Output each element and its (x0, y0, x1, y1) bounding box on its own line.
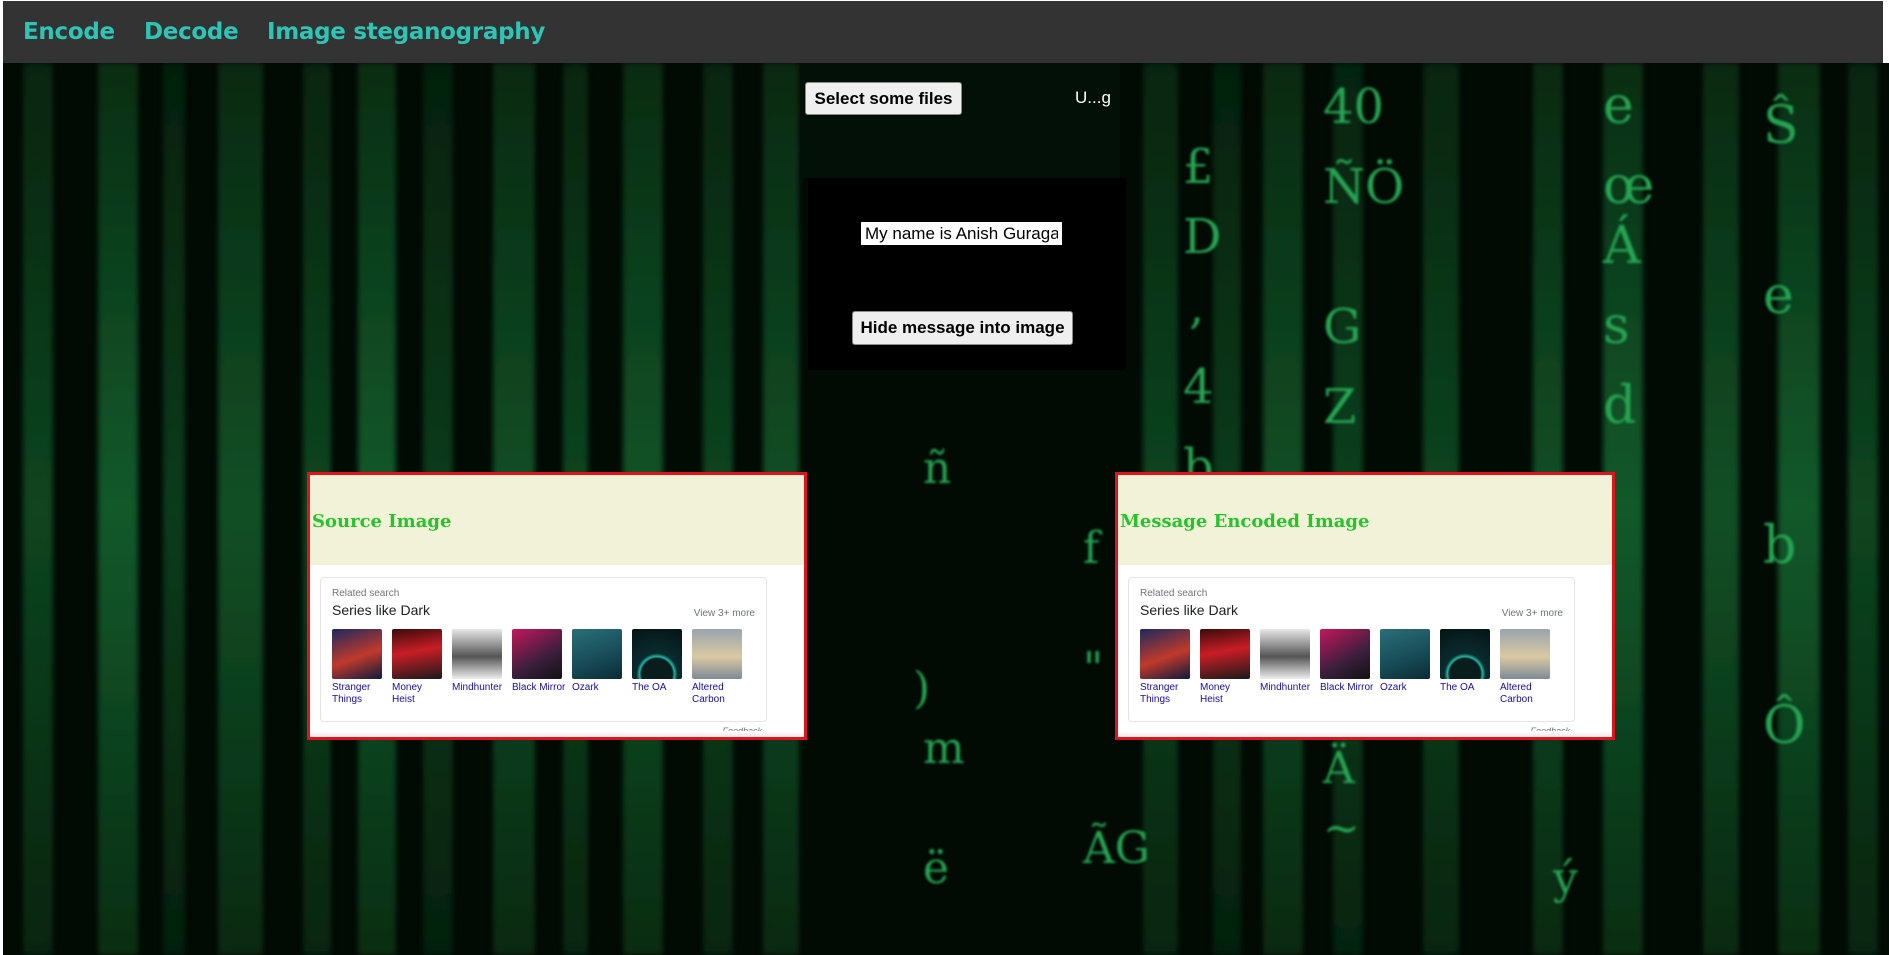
stranger-things-poster (332, 629, 382, 679)
view-more-link: View 3+ more (1501, 608, 1563, 619)
ozark-poster (1380, 629, 1430, 679)
source-image-card: Source Image Related search Series like … (307, 472, 807, 740)
item-label: Ozark (572, 682, 599, 693)
series-heading: Series like Dark (1140, 602, 1239, 618)
svg-text:Á: Á (1602, 214, 1642, 276)
mindhunter-poster (1260, 629, 1310, 679)
item-label: Money Heist (1200, 682, 1231, 705)
source-image-preview: Related search Series like Dark View 3+ … (320, 577, 767, 736)
svg-text:": " (1083, 643, 1103, 694)
svg-text:œ: œ (1603, 156, 1654, 216)
encoded-image-preview: Related search Series like Dark View 3+ … (1128, 577, 1575, 736)
svg-text:ñ: ñ (923, 443, 951, 494)
mindhunter-poster (452, 629, 502, 679)
svg-text:e: e (1763, 266, 1794, 326)
svg-text:d: d (1603, 376, 1636, 436)
item-label: Money Heist (392, 682, 423, 705)
item-label: The OA (632, 682, 667, 693)
ozark-poster (572, 629, 622, 679)
svg-text:Ä: Ä (1322, 741, 1356, 794)
nav-image-steganography-link[interactable]: Image steganography (267, 19, 545, 45)
svg-text:m: m (923, 723, 965, 774)
svg-text:4: 4 (1183, 359, 1214, 415)
item-label: Altered Carbon (692, 682, 725, 705)
the-oa-poster (1440, 629, 1490, 679)
item-label: Altered Carbon (1500, 682, 1533, 705)
svg-text:s: s (1603, 296, 1630, 356)
related-search-label: Related search (1140, 588, 1208, 599)
svg-text:ÃG: ÃG (1082, 821, 1150, 874)
svg-text:f: f (1083, 523, 1102, 574)
svg-text:Ô: Ô (1763, 694, 1806, 756)
svg-text:b: b (1763, 516, 1796, 576)
item-label: Ozark (1380, 682, 1407, 693)
hide-message-button[interactable]: Hide message into image (852, 311, 1073, 345)
black-mirror-poster (1320, 629, 1370, 679)
series-heading: Series like Dark (332, 602, 431, 618)
card-header: Source Image (310, 475, 804, 565)
money-heist-poster (1200, 629, 1250, 679)
svg-text:Ŝ: Ŝ (1763, 94, 1799, 156)
svg-text:e: e (1603, 76, 1634, 136)
svg-text:ý: ý (1552, 853, 1578, 904)
svg-text:Z: Z (1323, 379, 1356, 435)
altered-carbon-poster (692, 629, 742, 679)
nav-encode-link[interactable]: Encode (23, 19, 115, 45)
money-heist-poster (392, 629, 442, 679)
svg-text:G: G (1323, 299, 1361, 355)
top-navbar: Encode Decode Image steganography (3, 1, 1883, 63)
card-header: Message Encoded Image (1118, 475, 1612, 565)
card-footer-shadow (1118, 731, 1612, 737)
encoded-image-title: Message Encoded Image (1120, 511, 1370, 532)
item-label: Black Mirror (512, 682, 566, 693)
svg-text:): ) (913, 663, 930, 714)
altered-carbon-poster (1500, 629, 1550, 679)
selected-file-name: U...g (1075, 88, 1111, 107)
item-label: Mindhunter (1260, 682, 1311, 693)
upload-panel (800, 63, 1120, 178)
source-image-title: Source Image (312, 511, 452, 532)
nav-decode-link[interactable]: Decode (144, 19, 239, 45)
select-files-button[interactable]: Select some files (805, 82, 962, 115)
encoded-image-card: Message Encoded Image Related search Ser… (1115, 472, 1615, 740)
black-mirror-poster (512, 629, 562, 679)
stranger-things-poster (1140, 629, 1190, 679)
the-oa-poster (632, 629, 682, 679)
view-more-link: View 3+ more (693, 608, 755, 619)
svg-text:~: ~ (1323, 803, 1360, 854)
item-label: Stranger Things (332, 682, 371, 705)
svg-text:40: 40 (1323, 79, 1384, 135)
message-input[interactable] (859, 220, 1064, 247)
svg-text:£: £ (1183, 139, 1214, 195)
svg-text:ë: ë (923, 843, 949, 894)
item-label: Stranger Things (1140, 682, 1179, 705)
card-footer-shadow (310, 731, 804, 737)
related-search-label: Related search (332, 588, 400, 599)
svg-text:ÑÖ: ÑÖ (1323, 158, 1404, 215)
svg-text:D: D (1183, 209, 1221, 265)
item-label: Black Mirror (1320, 682, 1374, 693)
item-label: The OA (1440, 682, 1475, 693)
item-label: Mindhunter (452, 682, 503, 693)
svg-text:,: , (1189, 279, 1204, 335)
